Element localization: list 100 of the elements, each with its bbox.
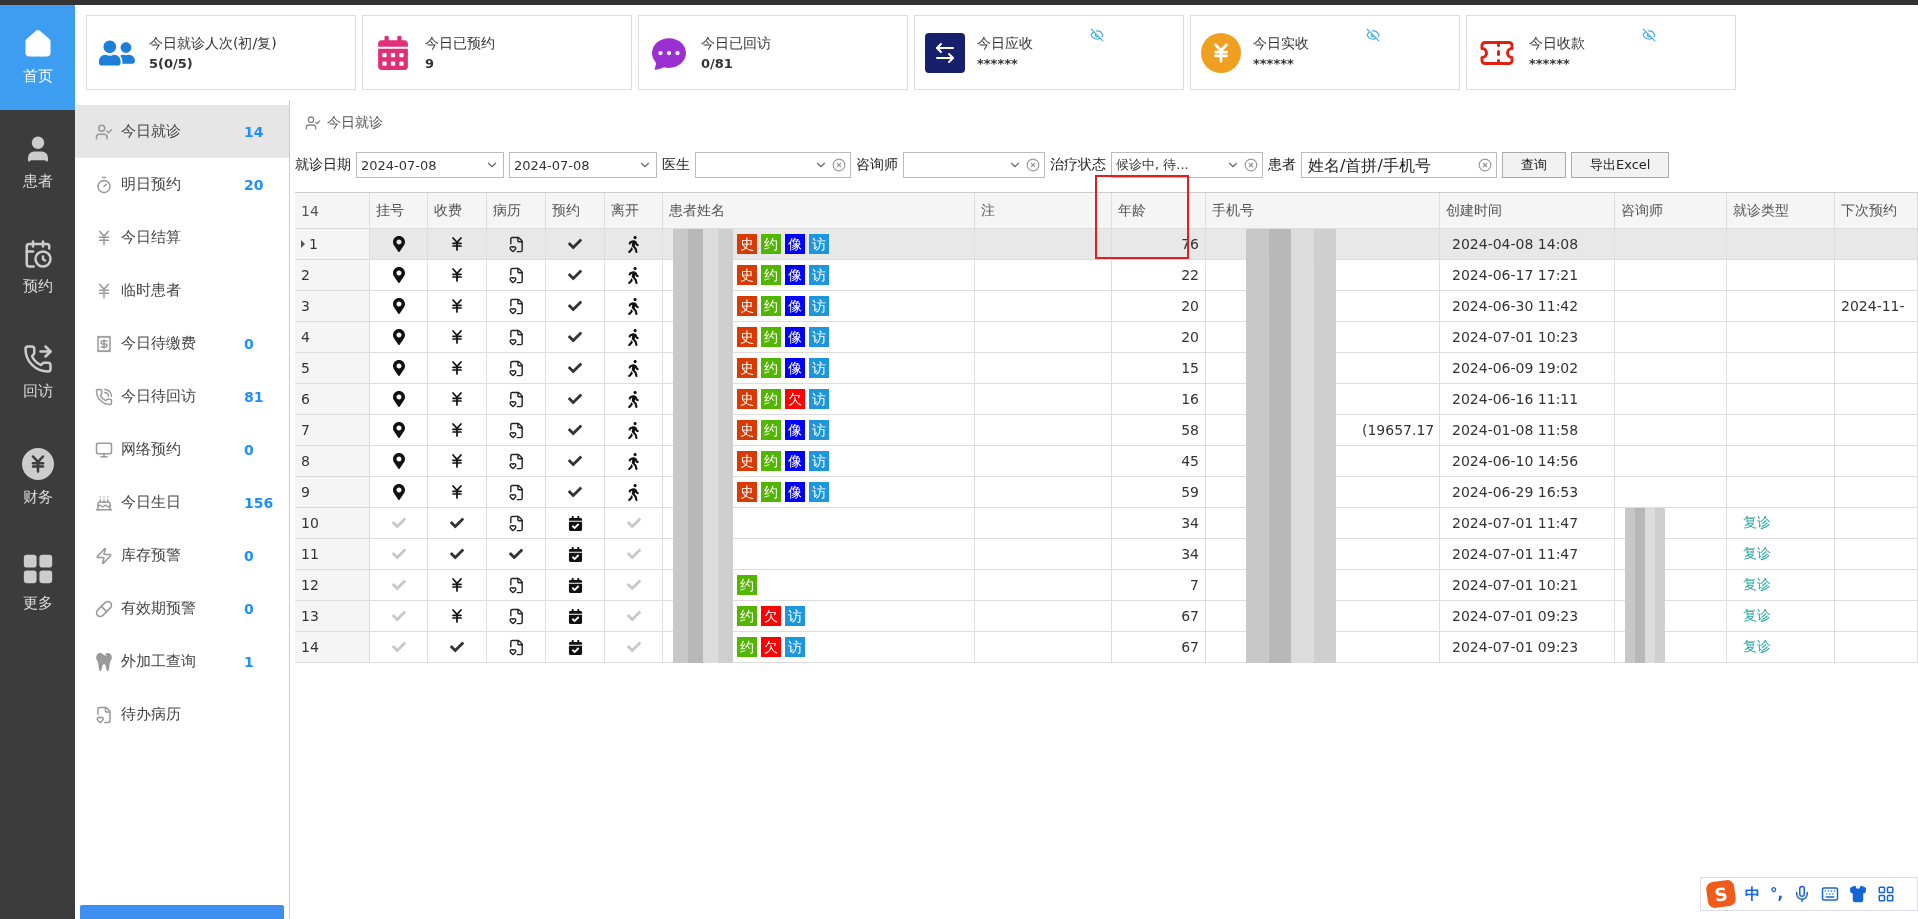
date-field[interactable]: 2024-07-08 [509, 152, 657, 178]
grid-icon[interactable] [1877, 885, 1896, 903]
walking-icon [625, 390, 642, 408]
pin-icon [390, 267, 407, 283]
table-row[interactable]: 2 史 约 像 访 22 2024-06-17 17:21 [295, 260, 1918, 291]
sidebar-item[interactable]: 网络预约 0 [75, 423, 289, 476]
table-cell: 2024-06-09 19:02 [1452, 360, 1579, 376]
clear-icon[interactable] [832, 158, 846, 172]
nav-item[interactable]: 财务 [0, 425, 75, 530]
ime-mode[interactable]: 中 [1745, 884, 1760, 904]
keyboard-icon[interactable] [1821, 885, 1840, 903]
count-label: 0 [244, 335, 254, 352]
nav-item[interactable]: 预约 [0, 215, 75, 320]
sidebar-item[interactable]: 今日生日 156 [75, 476, 289, 529]
date-field[interactable]: 2024-07-08 [356, 152, 504, 178]
row-number: 8 [301, 453, 310, 469]
tag: 像 [785, 327, 805, 347]
clear-icon[interactable] [1026, 158, 1040, 172]
consultant-select[interactable] [903, 152, 1045, 178]
row-number: 12 [301, 577, 319, 593]
yen-icon [449, 267, 465, 283]
table-row[interactable]: 10 34 2024-07-01 11:47 复诊 [295, 508, 1918, 539]
eye-closed-icon[interactable] [1366, 28, 1380, 42]
eye-closed-icon[interactable] [1090, 28, 1104, 42]
table-row[interactable]: 13 约 欠 访 67 2024-07-01 09:23 复诊 [295, 601, 1918, 632]
check-icon [391, 578, 406, 592]
check-icon [568, 237, 582, 251]
redaction-mosaic [673, 383, 733, 415]
tag: 访 [785, 606, 805, 626]
sidebar-item[interactable]: 今日待回访 81 [75, 370, 289, 423]
doctor-select[interactable] [695, 152, 851, 178]
sidebar-item[interactable]: 今日待缴费 0 [75, 317, 289, 370]
field-label: 就诊日期 [295, 156, 351, 174]
tag: 像 [785, 451, 805, 471]
eye-closed-icon[interactable] [1642, 28, 1656, 42]
table-row[interactable]: 9 史 约 像 访 59 2024-06-29 16:53 [295, 477, 1918, 508]
sidebar-item[interactable]: 今日结算 [75, 211, 289, 264]
tag: 约 [761, 389, 781, 409]
shirt-icon[interactable] [1849, 885, 1868, 903]
table-row[interactable]: 8 史 约 像 访 45 2024-06-10 14:56 [295, 446, 1918, 477]
clear-icon[interactable] [1478, 158, 1492, 172]
tag: 访 [809, 358, 829, 378]
tag: 访 [809, 327, 829, 347]
table-row[interactable]: 11 34 2024-07-01 11:47 复诊 [295, 539, 1918, 570]
check-icon [391, 516, 406, 530]
sidebar-item[interactable]: 今日就诊 14 [75, 105, 289, 158]
table-row[interactable]: 7 史 约 像 访 58 (19657.17 2024-01-08 11:58 [295, 415, 1918, 446]
column-header: 挂号 [376, 201, 404, 220]
table-row[interactable]: 4 史 约 像 访 20 2024-07-01 10:23 [295, 322, 1918, 353]
check-icon [509, 547, 523, 561]
tag: 访 [785, 637, 805, 657]
clear-icon[interactable] [1244, 158, 1258, 172]
patient-search-field[interactable]: 姓名/首拼/手机号 [1301, 152, 1497, 178]
nav-item[interactable]: 回访 [0, 320, 75, 425]
walking-icon [625, 452, 642, 470]
table-row[interactable]: 5 史 约 像 访 15 2024-06-09 19:02 [295, 353, 1918, 384]
table-cell: 7 [1190, 577, 1199, 593]
table-row[interactable]: 12 约 7 2024-07-01 10:21 复诊 [295, 570, 1918, 601]
table-cell: 34 [1181, 546, 1199, 562]
count-label: 81 [244, 388, 264, 405]
pin-icon [390, 360, 407, 376]
tag: 像 [785, 296, 805, 316]
document-icon [507, 483, 525, 501]
person-icon [305, 115, 321, 131]
sidebar-item[interactable]: 外加工查询 1 [75, 635, 289, 688]
sidebar-item[interactable]: 临时患者 [75, 264, 289, 317]
export-button[interactable]: 导出Excel [1571, 152, 1670, 178]
tag: 约 [761, 265, 781, 285]
search-button[interactable]: 查询 [1502, 152, 1566, 178]
check-icon [626, 547, 641, 561]
redaction-mosaic [673, 321, 733, 353]
sidebar-item[interactable]: 明日预约 20 [75, 158, 289, 211]
redaction-mosaic [673, 290, 733, 322]
pin-icon [390, 391, 407, 407]
table-cell: 20 [1181, 329, 1199, 345]
sidebar-item[interactable]: 有效期预警 0 [75, 582, 289, 635]
table-row[interactable]: 6 史 约 欠 访 16 2024-06-16 11:11 [295, 384, 1918, 415]
nav-item[interactable]: 更多 [0, 530, 75, 635]
row-pointer-icon [301, 240, 305, 248]
check-icon [568, 299, 582, 313]
table-cell: 2024-06-30 11:42 [1452, 298, 1579, 314]
check-icon [568, 485, 582, 499]
status-select[interactable]: 候诊中, 待... [1111, 152, 1263, 178]
document-icon [507, 514, 525, 532]
table-row[interactable]: 3 史 约 像 访 20 2024-06-30 11:42 2024-11- [295, 291, 1918, 322]
column-header: 注 [981, 201, 995, 220]
ime-punctuation[interactable]: °, [1770, 885, 1784, 903]
calendar-icon [567, 639, 583, 655]
nav-item[interactable]: 患者 [0, 110, 75, 215]
row-number: 6 [301, 391, 310, 407]
walking-icon [625, 297, 642, 315]
tag: 约 [761, 420, 781, 440]
tag: 访 [809, 265, 829, 285]
document-icon [507, 421, 525, 439]
table-row[interactable]: 14 约 欠 访 67 2024-07-01 09:23 复诊 [295, 632, 1918, 663]
sidebar-item[interactable]: 库存预警 0 [75, 529, 289, 582]
sidebar-item[interactable]: 待办病历 [75, 688, 289, 741]
document-icon [507, 638, 525, 656]
tag: 像 [785, 234, 805, 254]
stat-value: ****** [1529, 55, 1571, 71]
